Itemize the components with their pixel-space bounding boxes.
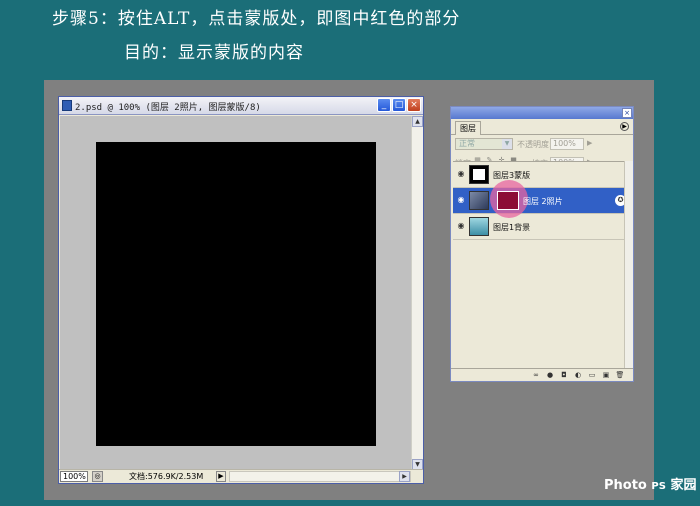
new-layer-icon[interactable]: ▣ xyxy=(601,371,611,380)
adjustment-layer-icon[interactable]: ◐ xyxy=(573,371,583,380)
panel-buttons: ∞ ● ◘ ◐ ▭ ▣ 🗑 xyxy=(531,371,625,380)
add-style-icon[interactable]: ● xyxy=(545,371,555,380)
blend-row: 正常 ▼ 不透明度: 100% ▶ xyxy=(451,135,633,154)
layer-row-background[interactable]: ◉ 图层1背景 xyxy=(453,214,631,240)
layer-row-mask[interactable]: ◉ 图层3蒙版 xyxy=(453,162,631,188)
document-titlebar[interactable]: 2.psd @ 100% (图层 2照片, 图层蒙版/8) _ □ × xyxy=(59,97,423,115)
layer-name: 图层1背景 xyxy=(493,223,531,232)
chevron-down-icon: ▼ xyxy=(502,139,512,149)
layers-panel: × 图层 ▶ 正常 ▼ 不透明度: 100% ▶ 锁定: ▦ ✎ ✛ ■ 填充:… xyxy=(450,106,634,382)
layer-name: 图层 2照片 xyxy=(523,197,563,206)
layer-thumbnail xyxy=(469,165,489,184)
panel-titlebar[interactable]: × xyxy=(451,107,633,119)
panel-close-icon[interactable]: × xyxy=(622,108,632,118)
eye-icon[interactable]: ◉ xyxy=(455,220,467,232)
watermark-logo: Photo PS 家园 xyxy=(604,474,696,493)
add-mask-icon[interactable]: ◘ xyxy=(559,371,569,380)
eye-icon[interactable]: ◉ xyxy=(455,194,467,206)
new-group-icon[interactable]: ▭ xyxy=(587,371,597,380)
layer-row-photo[interactable]: ◉ 图层 2照片 ✪ xyxy=(453,180,631,218)
panel-tabs: 图层 ▶ xyxy=(451,119,633,135)
link-icon[interactable]: ∞ xyxy=(531,371,541,380)
opacity-slider-arrow-icon[interactable]: ▶ xyxy=(587,139,592,147)
opacity-label: 不透明度: xyxy=(517,140,552,149)
blend-mode-value: 正常 xyxy=(459,139,475,148)
status-bar: 100% ◎ 文档:576.9K/2.53M ▶ ▶ xyxy=(59,469,423,483)
document-title: 2.psd @ 100% (图层 2照片, 图层蒙版/8) xyxy=(75,103,261,113)
tab-layers[interactable]: 图层 xyxy=(455,121,481,135)
layer-thumbnail xyxy=(469,217,489,236)
minimize-button[interactable]: _ xyxy=(377,98,391,112)
watermark-text: Photo xyxy=(604,478,647,493)
watermark-ps: PS xyxy=(651,481,666,492)
window-controls: _ □ × xyxy=(377,98,421,112)
instruction-title: 步骤5：按住ALT，点击蒙版处，即图中红色的部分 xyxy=(52,9,461,29)
layer-mask-thumbnail[interactable] xyxy=(497,191,519,210)
zoom-level-field[interactable]: 100% xyxy=(60,471,88,482)
blend-mode-select[interactable]: 正常 ▼ xyxy=(455,138,513,150)
scroll-right-arrow-icon[interactable]: ▶ xyxy=(399,471,410,482)
maximize-button[interactable]: □ xyxy=(392,98,406,112)
status-icon[interactable]: ◎ xyxy=(92,471,103,482)
status-menu-arrow-icon[interactable]: ▶ xyxy=(216,471,226,482)
psd-file-icon xyxy=(62,100,72,111)
trash-icon[interactable]: 🗑 xyxy=(615,371,625,380)
document-window[interactable]: 2.psd @ 100% (图层 2照片, 图层蒙版/8) _ □ × ▲ ▼ … xyxy=(58,96,424,484)
instruction-subtitle: 目的：显示蒙版的内容 xyxy=(124,43,304,63)
document-size: 文档:576.9K/2.53M xyxy=(129,472,204,481)
canvas-area[interactable] xyxy=(60,116,412,470)
close-button[interactable]: × xyxy=(407,98,421,112)
vertical-scrollbar[interactable]: ▲ ▼ xyxy=(411,116,423,470)
opacity-field[interactable]: 100% xyxy=(550,138,584,150)
layer-thumbnail xyxy=(469,191,489,210)
image-canvas[interactable] xyxy=(96,142,376,446)
scroll-up-arrow-icon[interactable]: ▲ xyxy=(412,116,423,127)
panel-bottom-bar: ∞ ● ◘ ◐ ▭ ▣ 🗑 xyxy=(451,368,633,381)
eye-icon[interactable]: ◉ xyxy=(455,168,467,180)
layers-scrollbar[interactable] xyxy=(624,161,633,369)
watermark-suffix: 家园 xyxy=(670,478,697,493)
layer-list: ◉ 图层3蒙版 ◉ 图层 2照片 ✪ ◉ 图层1背景 xyxy=(453,161,631,369)
panel-menu-icon[interactable]: ▶ xyxy=(620,122,629,131)
horizontal-scrollbar[interactable]: ▶ xyxy=(229,471,411,482)
